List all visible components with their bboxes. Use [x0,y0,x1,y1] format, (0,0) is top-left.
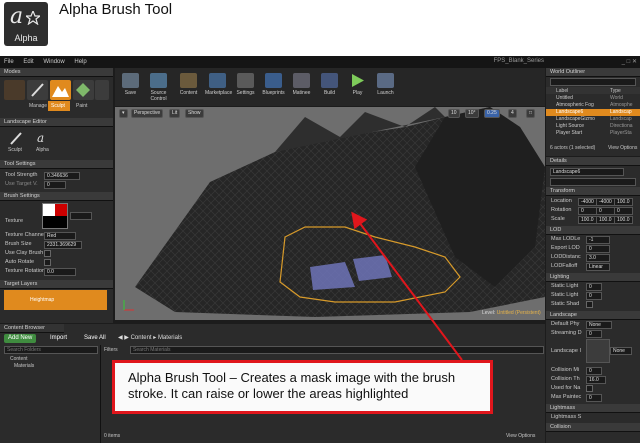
callout-box: Alpha Brush Tool – Creates a mask image … [112,360,493,414]
callout-text: Alpha Brush Tool – Creates a mask image … [128,370,456,401]
